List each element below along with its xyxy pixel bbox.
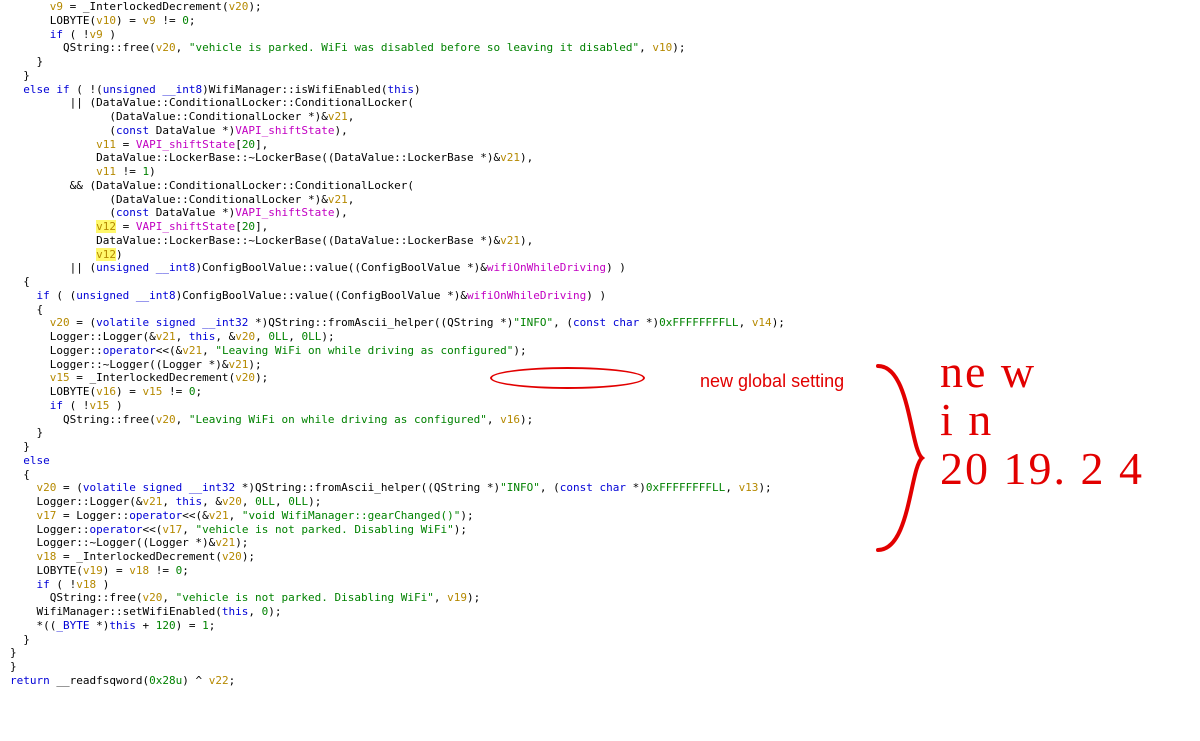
handwriting-line: ne w	[940, 348, 1144, 396]
annotation-handwriting: ne w i n 20 19. 2 4	[940, 348, 1144, 493]
handwriting-line: i n	[940, 396, 1144, 444]
annotation-label: new global setting	[700, 370, 844, 393]
handwriting-line: 20 19. 2 4	[940, 445, 1144, 493]
annotation-circle	[490, 367, 645, 389]
annotation-brace	[870, 358, 930, 558]
code-token: v9	[10, 0, 63, 13]
